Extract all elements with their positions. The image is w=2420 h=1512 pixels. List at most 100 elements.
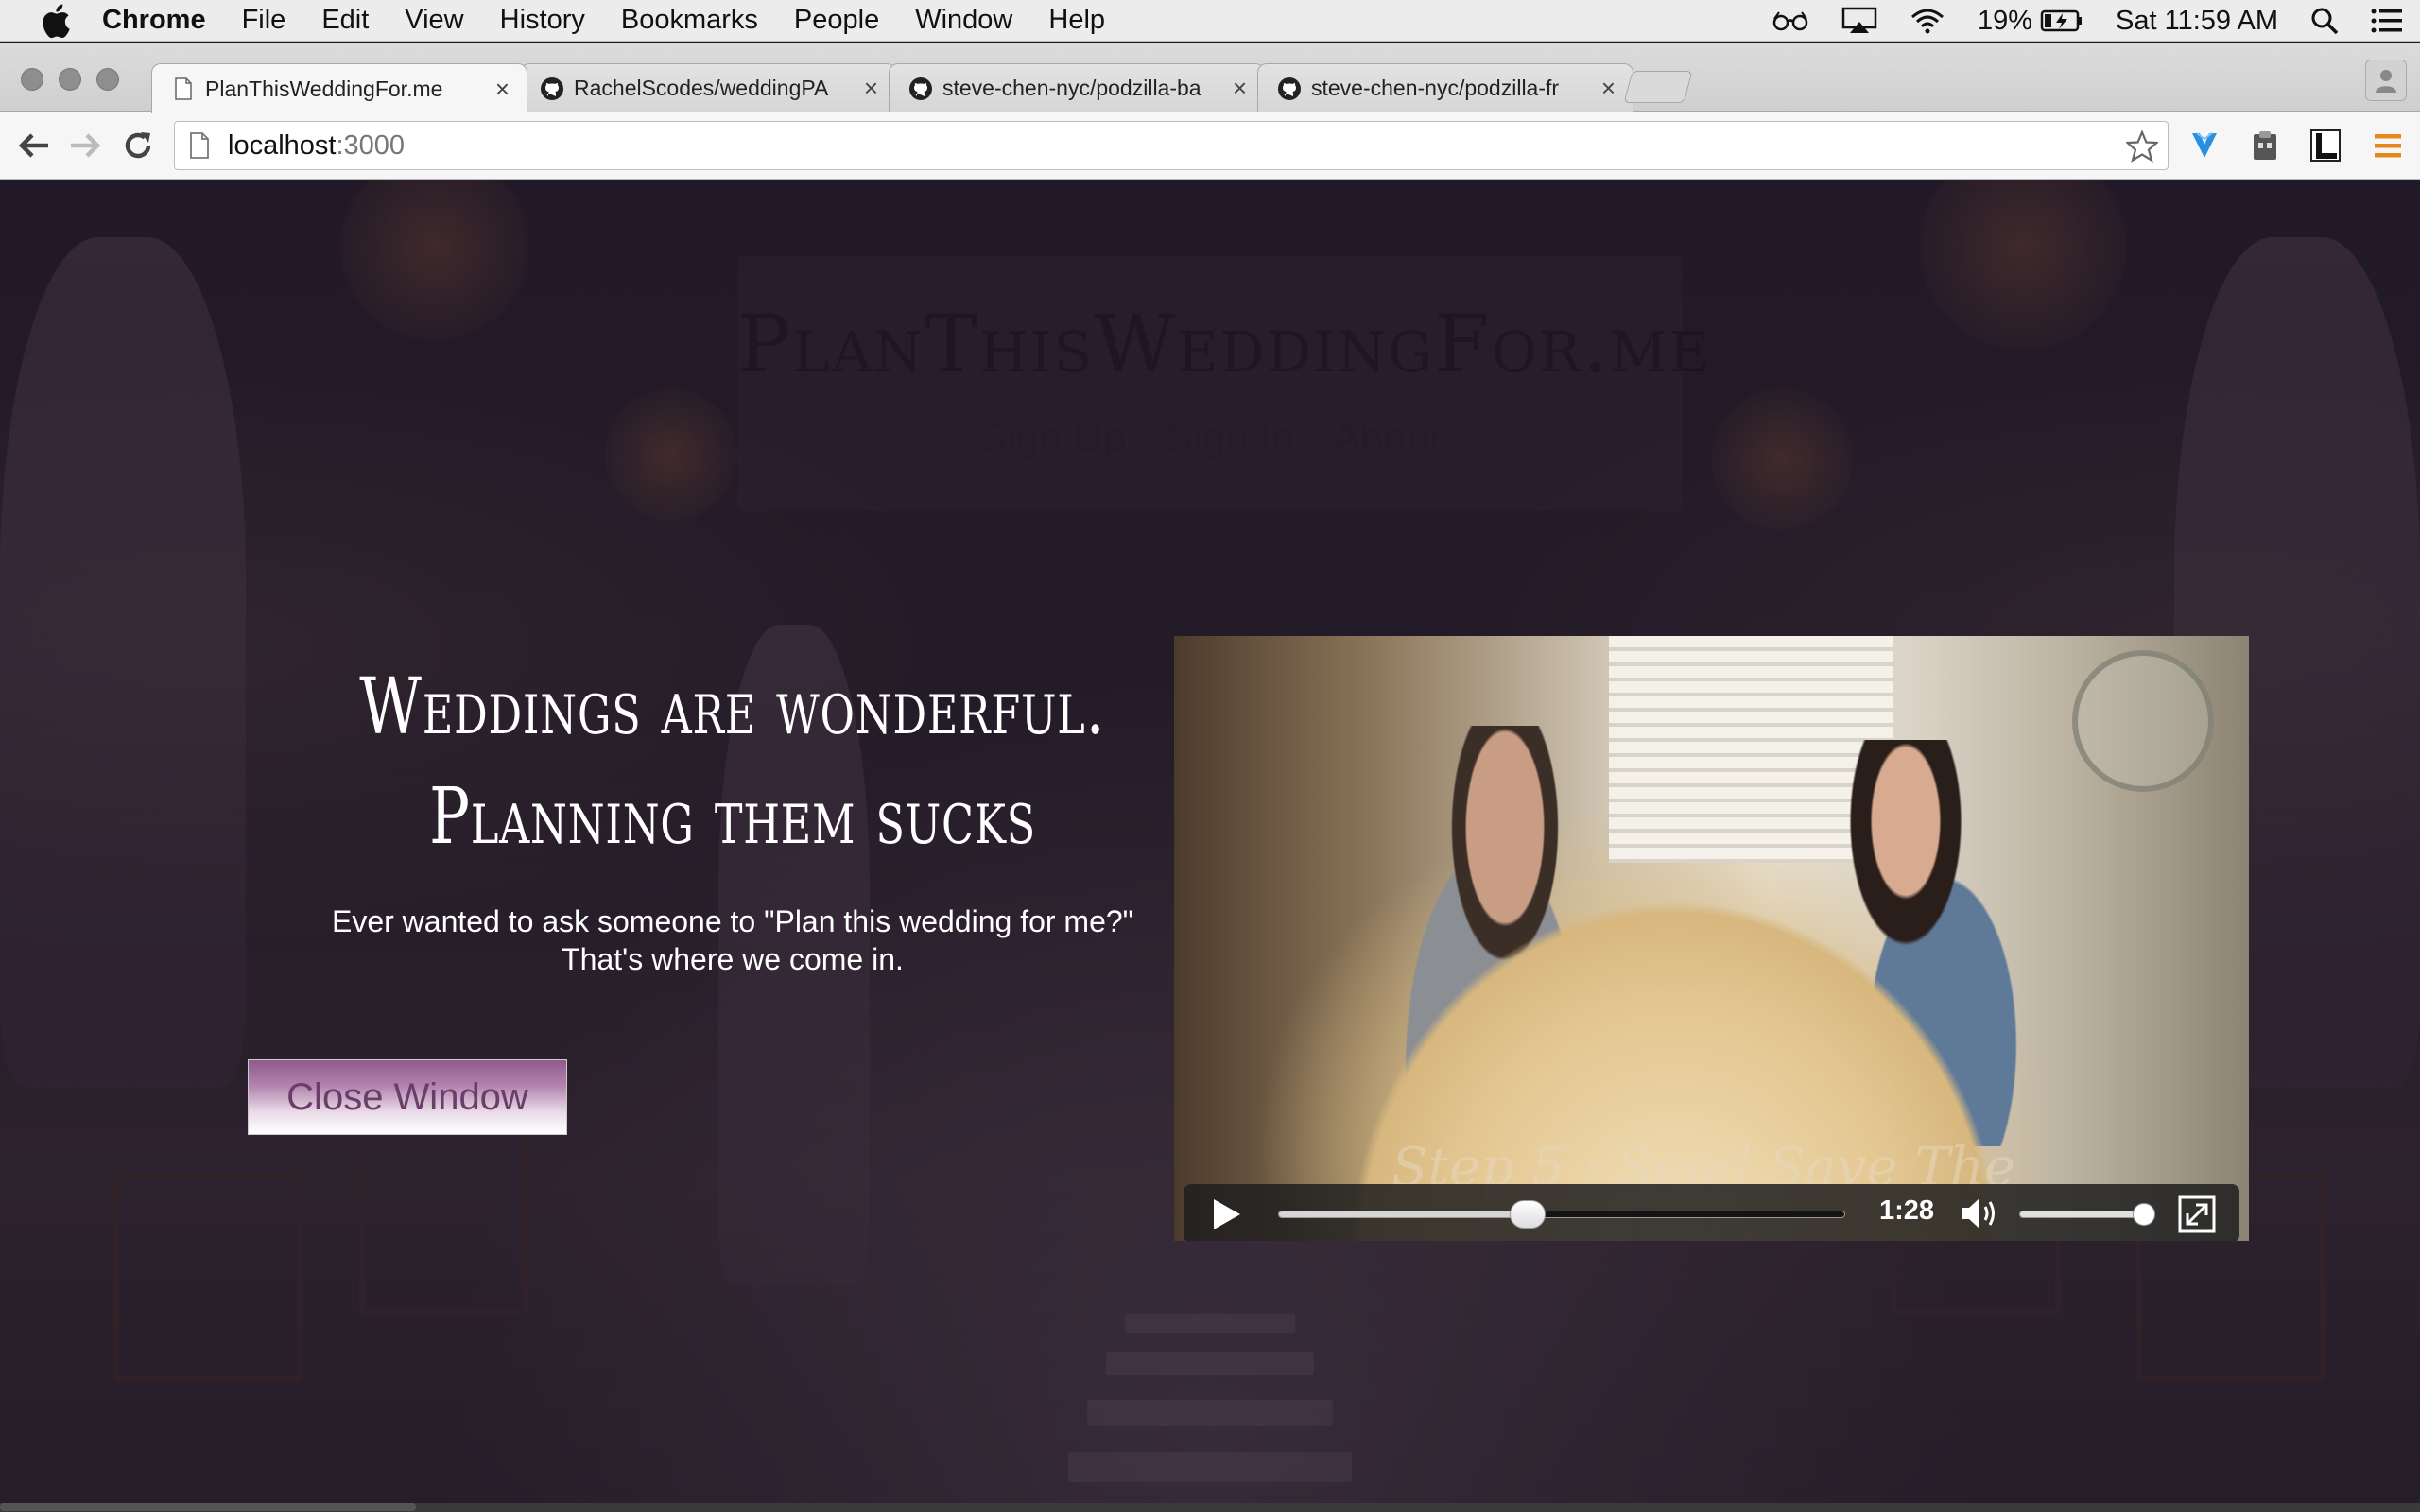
extension-l-button[interactable] (2307, 127, 2344, 164)
nav-sign-up-link[interactable]: Sign Up (979, 415, 1128, 461)
back-arrow-icon (18, 133, 48, 158)
play-icon[interactable] (1206, 1195, 1244, 1233)
seek-bar-fill (1279, 1211, 1529, 1217)
aisle-decoration (1106, 1352, 1314, 1375)
battery-charging-icon[interactable] (2040, 9, 2083, 33)
wifi-icon[interactable] (1910, 7, 1945, 35)
glasses-icon[interactable] (1772, 9, 1809, 32)
tab-planthisweddingfor-me[interactable]: PlanThisWeddingFor.me × (151, 63, 527, 113)
bookmark-star-icon[interactable] (2126, 130, 2158, 163)
tab-title: PlanThisWeddingFor.me (205, 76, 443, 101)
fullscreen-icon[interactable] (2178, 1195, 2216, 1233)
video-frame-detail (2072, 650, 2214, 792)
volume-slider-fill (2020, 1211, 2145, 1217)
volume-slider[interactable] (2019, 1203, 2156, 1226)
github-icon (1278, 77, 1301, 100)
chrome-menu-button[interactable] (2369, 127, 2407, 164)
airplay-icon[interactable] (1841, 7, 1877, 35)
hero-text: Weddings are wonderful. Planning them su… (208, 653, 1257, 978)
volume-icon[interactable] (1959, 1194, 2002, 1233)
menu-bookmarks[interactable]: Bookmarks (621, 5, 758, 36)
tab-title: steve-chen-nyc/podzilla-fr (1311, 76, 1560, 100)
lantern-decoration (340, 180, 529, 341)
menu-history[interactable]: History (500, 5, 585, 36)
notification-center-icon[interactable] (2371, 8, 2403, 34)
site-header: PlanThisWeddingFor.me Sign Up Sign In Ab… (737, 256, 1709, 511)
site-logo[interactable]: PlanThisWeddingFor.me (737, 298, 1709, 390)
url-port: :3000 (336, 129, 406, 161)
page-icon (175, 77, 192, 100)
tab-weddingpa-repo[interactable]: RachelScodes/weddingPA × (520, 63, 896, 112)
tab-close-icon[interactable]: × (1601, 74, 1616, 103)
video-controls: 1:28 (1184, 1184, 2239, 1241)
menu-people[interactable]: People (794, 5, 879, 36)
seek-bar[interactable] (1278, 1200, 1845, 1228)
extension-heart-button[interactable] (2186, 127, 2223, 164)
aisle-decoration (1125, 1314, 1295, 1333)
hamburger-menu-icon (2375, 134, 2401, 158)
person-icon (2376, 70, 2396, 93)
scrollbar-thumb[interactable] (0, 1503, 416, 1511)
aisle-decoration (1068, 1452, 1352, 1482)
tab-podzilla-frontend-repo[interactable]: steve-chen-nyc/podzilla-fr × (1257, 63, 1634, 112)
letter-l-extension-icon (2310, 129, 2341, 162)
menu-app-chrome[interactable]: Chrome (102, 5, 206, 36)
page-icon (190, 132, 209, 159)
chair-decoration (113, 1173, 302, 1381)
hero-headline-2: Planning them sucks (429, 772, 1036, 862)
browser-toolbar: localhost:3000 (0, 112, 2420, 180)
apple-logo-icon[interactable] (36, 2, 74, 40)
video-player[interactable]: Step 5 : Send Save The Dates 1:28 (1174, 636, 2249, 1241)
extension-clipboard-button[interactable] (2246, 127, 2284, 164)
tab-title: steve-chen-nyc/podzilla-ba (942, 76, 1201, 100)
horizontal-scrollbar[interactable] (0, 1503, 2420, 1512)
hero-headline: Weddings are wonderful. (359, 662, 1106, 752)
menu-edit[interactable]: Edit (321, 5, 369, 36)
blue-v-extension-icon (2192, 132, 2217, 158)
spotlight-search-icon[interactable] (2310, 7, 2339, 35)
tab-podzilla-backend-repo[interactable]: steve-chen-nyc/podzilla-ba × (889, 63, 1265, 112)
reload-icon (125, 132, 151, 159)
new-tab-button[interactable] (1623, 71, 1693, 103)
back-button[interactable] (15, 127, 53, 164)
window-close-button[interactable] (21, 68, 43, 91)
tab-close-icon[interactable]: × (495, 75, 510, 104)
aisle-decoration (1087, 1400, 1333, 1426)
forward-arrow-icon (71, 133, 101, 158)
menu-window[interactable]: Window (915, 5, 1012, 36)
profile-button[interactable] (2365, 60, 2407, 101)
close-window-button[interactable]: Close Window (248, 1059, 567, 1135)
menu-file[interactable]: File (242, 5, 286, 36)
video-time: 1:28 (1879, 1195, 1935, 1226)
lantern-decoration (1919, 180, 2127, 351)
menu-help[interactable]: Help (1048, 5, 1105, 36)
hero-subtext: Ever wanted to ask someone to "Plan this… (208, 902, 1257, 978)
seek-handle[interactable] (1510, 1200, 1547, 1228)
forward-button[interactable] (66, 127, 104, 164)
hero-subtext-line: Ever wanted to ask someone to "Plan this… (331, 904, 1134, 938)
url-host: localhost (228, 129, 337, 161)
volume-handle[interactable] (2133, 1203, 2156, 1226)
clipboard-extension-icon (2254, 131, 2276, 160)
address-bar[interactable]: localhost:3000 (174, 121, 2169, 170)
github-icon (909, 77, 932, 100)
page-viewport: PlanThisWeddingFor.me Sign Up Sign In Ab… (0, 180, 2420, 1512)
tab-close-icon[interactable]: × (864, 74, 878, 103)
window-zoom-button[interactable] (96, 68, 119, 91)
hero-subtext-line: That's where we come in. (562, 942, 904, 976)
menu-view[interactable]: View (405, 5, 463, 36)
menu-bar: Chrome File Edit View History Bookmarks … (0, 0, 2420, 42)
reload-button[interactable] (119, 127, 157, 164)
nav-sign-in-link[interactable]: Sign In (1165, 415, 1294, 461)
lantern-decoration (1711, 388, 1853, 530)
nav-about-link[interactable]: About (1333, 415, 1442, 461)
tab-title: RachelScodes/weddingPA (574, 76, 829, 100)
window-minimize-button[interactable] (59, 68, 81, 91)
clock[interactable]: Sat 11:59 AM (2116, 6, 2278, 37)
battery-percent: 19% (1977, 5, 2033, 36)
lantern-decoration (605, 388, 737, 521)
site-nav: Sign Up Sign In About (737, 415, 1683, 462)
chair-decoration (359, 1125, 529, 1314)
tab-close-icon[interactable]: × (1233, 74, 1247, 103)
tab-strip: PlanThisWeddingFor.me × RachelScodes/wed… (0, 43, 2420, 113)
